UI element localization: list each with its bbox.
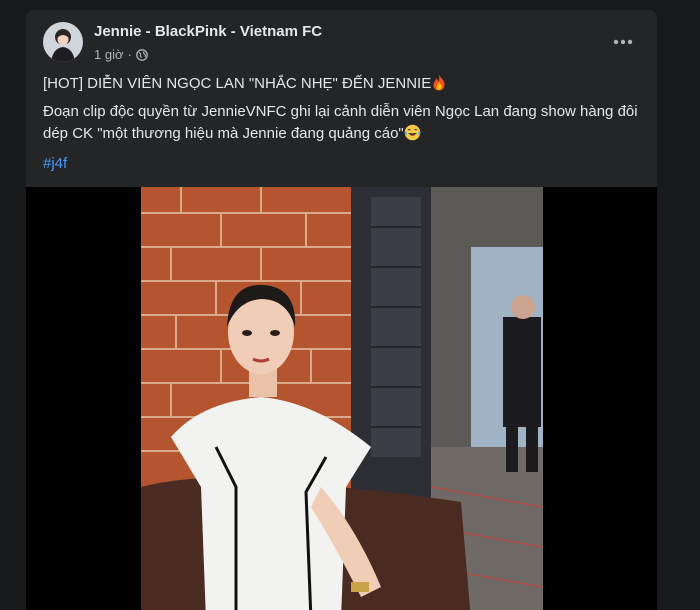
post-title-text: [HOT] DIỄN VIÊN NGỌC LAN "NHẮC NHẸ" ĐẾN …: [43, 75, 432, 92]
post-time[interactable]: 1 giờ: [94, 47, 124, 62]
post-video[interactable]: [26, 187, 657, 610]
hashtag-line: #j4f: [43, 153, 641, 175]
fire-icon: [431, 73, 447, 98]
post-title: [HOT] DIỄN VIÊN NGỌC LAN "NHẮC NHẸ" ĐẾN …: [43, 73, 641, 98]
author-name[interactable]: Jennie - BlackPink - Vietnam FC: [94, 23, 322, 40]
post-body-text: Đoạn clip độc quyền từ JennieVNFC ghi lạ…: [43, 103, 638, 142]
avatar-image: [43, 22, 83, 62]
meta-separator: ·: [127, 47, 132, 62]
post-body: Đoạn clip độc quyền từ JennieVNFC ghi lạ…: [43, 101, 641, 148]
more-options-button[interactable]: [605, 24, 641, 60]
post-header: Jennie - BlackPink - Vietnam FC 1 giờ ·: [26, 10, 657, 70]
avatar[interactable]: [43, 22, 83, 62]
tears-of-joy-icon: [404, 124, 421, 148]
video-frame: [26, 187, 657, 610]
post-card: Jennie - BlackPink - Vietnam FC 1 giờ · …: [26, 10, 657, 610]
hashtag-link[interactable]: #j4f: [43, 155, 67, 172]
post-meta: 1 giờ ·: [94, 47, 148, 62]
globe-icon[interactable]: [135, 48, 148, 61]
more-options-icon: [613, 39, 633, 45]
